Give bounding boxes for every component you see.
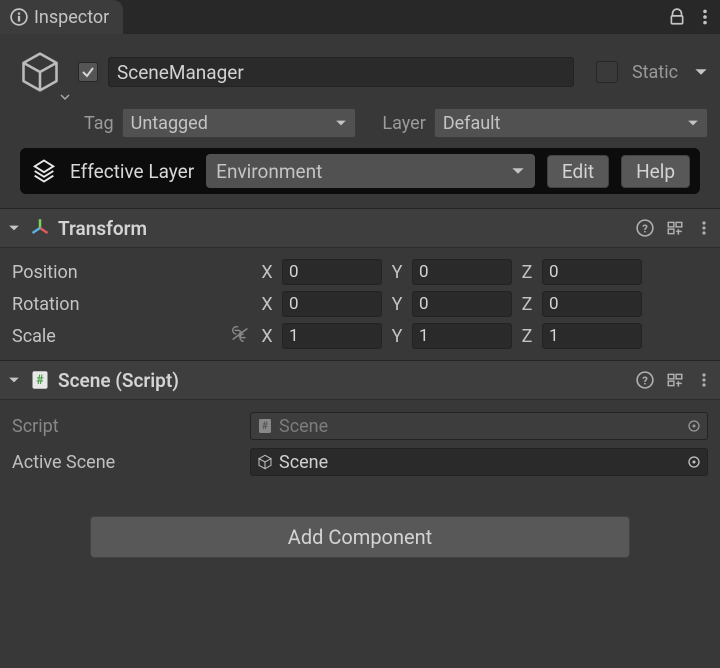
inspector-tab[interactable]: Inspector bbox=[0, 0, 123, 34]
scene-script-title: Scene (Script) bbox=[58, 369, 179, 392]
preset-icon[interactable] bbox=[666, 219, 684, 237]
chevron-down-icon bbox=[60, 92, 70, 102]
static-dropdown-caret-icon[interactable] bbox=[694, 65, 708, 79]
gameobject-name-input[interactable] bbox=[108, 57, 574, 87]
rotation-row: Rotation X Y Z bbox=[12, 288, 708, 320]
axis-x-label: X bbox=[258, 262, 276, 283]
effective-layer-bar: Effective Layer Environment Edit Help bbox=[20, 148, 700, 194]
script-icon: # bbox=[30, 370, 50, 390]
constrain-proportions-toggle[interactable] bbox=[228, 326, 252, 347]
gameobject-header: Static Tag Untagged Layer Default Effect… bbox=[0, 34, 720, 208]
rotation-z-input[interactable] bbox=[542, 291, 642, 317]
scale-z-input[interactable] bbox=[542, 323, 642, 349]
preset-icon[interactable] bbox=[666, 371, 684, 389]
object-picker-button[interactable] bbox=[685, 453, 703, 471]
scale-x-input[interactable] bbox=[282, 323, 382, 349]
script-icon: # bbox=[257, 418, 273, 434]
link-off-icon bbox=[229, 326, 251, 342]
position-label: Position bbox=[12, 262, 222, 283]
rotation-y-input[interactable] bbox=[412, 291, 512, 317]
layer-dropdown[interactable]: Default bbox=[434, 108, 708, 138]
position-row: Position X Y Z bbox=[12, 256, 708, 288]
kebab-menu-icon[interactable] bbox=[696, 372, 712, 388]
svg-text:#: # bbox=[262, 421, 268, 432]
target-icon bbox=[687, 455, 701, 469]
scale-y-input[interactable] bbox=[412, 323, 512, 349]
foldout-caret-icon bbox=[8, 222, 22, 234]
position-x-input[interactable] bbox=[282, 259, 382, 285]
layer-label: Layer bbox=[382, 113, 425, 134]
transform-body: Position X Y Z Rotation X Y Z Scale X Y … bbox=[0, 248, 720, 360]
effective-layer-value: Environment bbox=[216, 160, 322, 183]
lock-icon[interactable] bbox=[668, 8, 686, 26]
position-y-input[interactable] bbox=[412, 259, 512, 285]
tab-title: Inspector bbox=[34, 7, 109, 28]
chevron-down-icon bbox=[687, 117, 699, 129]
check-icon bbox=[81, 65, 95, 79]
tag-value: Untagged bbox=[131, 113, 208, 134]
active-scene-field[interactable]: Scene bbox=[250, 448, 708, 476]
static-checkbox[interactable] bbox=[596, 61, 618, 83]
scale-row: Scale X Y Z bbox=[12, 320, 708, 352]
scale-label: Scale bbox=[12, 326, 222, 347]
layer-value: Default bbox=[443, 113, 501, 134]
script-field: # Scene bbox=[250, 412, 708, 440]
svg-text:?: ? bbox=[642, 223, 648, 236]
target-icon bbox=[687, 419, 701, 433]
transform-icon bbox=[30, 218, 50, 238]
chevron-down-icon bbox=[335, 117, 347, 129]
svg-text:#: # bbox=[36, 373, 44, 388]
effective-layer-label: Effective Layer bbox=[70, 160, 194, 183]
active-scene-value: Scene bbox=[279, 452, 328, 473]
position-z-input[interactable] bbox=[542, 259, 642, 285]
effective-edit-button[interactable]: Edit bbox=[547, 155, 609, 188]
gameobject-icon-picker[interactable] bbox=[12, 44, 68, 100]
svg-text:?: ? bbox=[642, 375, 648, 388]
cube-icon bbox=[257, 454, 273, 470]
axis-z-label: Z bbox=[518, 262, 536, 283]
script-value: Scene bbox=[279, 416, 328, 437]
tag-dropdown[interactable]: Untagged bbox=[122, 108, 357, 138]
scene-script-body: Script # Scene Active Scene Scene bbox=[0, 400, 720, 488]
info-icon bbox=[10, 8, 28, 26]
rotation-x-input[interactable] bbox=[282, 291, 382, 317]
kebab-menu-icon[interactable] bbox=[696, 8, 714, 26]
scene-script-header[interactable]: # Scene (Script) ? bbox=[0, 360, 720, 400]
rotation-label: Rotation bbox=[12, 294, 222, 315]
object-picker-button[interactable] bbox=[685, 417, 703, 435]
active-scene-label: Active Scene bbox=[12, 452, 242, 473]
static-label: Static bbox=[632, 62, 678, 83]
transform-header[interactable]: Transform ? bbox=[0, 208, 720, 248]
tab-bar: Inspector bbox=[0, 0, 720, 34]
effective-help-button[interactable]: Help bbox=[621, 155, 690, 188]
effective-layer-dropdown[interactable]: Environment bbox=[206, 154, 535, 188]
layers-icon bbox=[30, 157, 58, 185]
help-icon[interactable]: ? bbox=[636, 371, 654, 389]
foldout-caret-icon bbox=[8, 374, 22, 386]
transform-title: Transform bbox=[58, 217, 147, 240]
help-icon[interactable]: ? bbox=[636, 219, 654, 237]
enabled-checkbox[interactable] bbox=[78, 62, 98, 82]
axis-y-label: Y bbox=[388, 262, 406, 283]
script-label: Script bbox=[12, 416, 242, 437]
cube-icon bbox=[18, 50, 62, 94]
add-component-button[interactable]: Add Component bbox=[90, 516, 630, 558]
tag-label: Tag bbox=[84, 113, 114, 134]
kebab-menu-icon[interactable] bbox=[696, 220, 712, 236]
chevron-down-icon bbox=[511, 164, 525, 178]
